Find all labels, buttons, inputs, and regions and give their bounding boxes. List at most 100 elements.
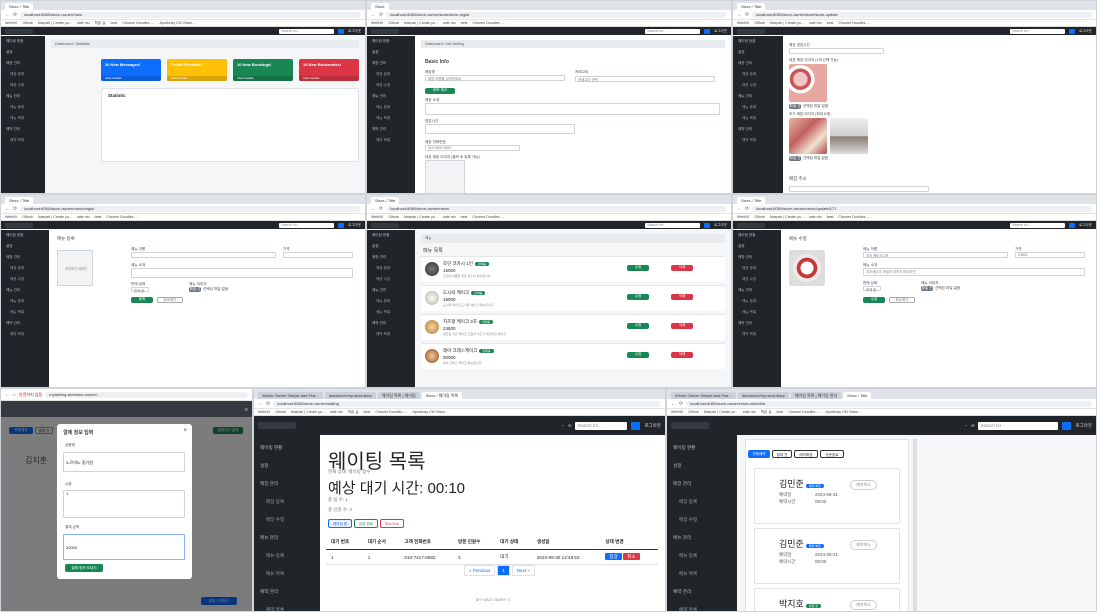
duplicate-check-button[interactable]: 중복 체크 bbox=[425, 88, 455, 94]
regist-button[interactable]: 등록 bbox=[131, 297, 153, 303]
reservation-cancel-button[interactable]: 예약취소 bbox=[850, 480, 877, 490]
cancel-button[interactable]: 취소 bbox=[623, 553, 640, 560]
back-icon[interactable]: ← bbox=[737, 12, 742, 18]
brand-logo[interactable] bbox=[737, 28, 765, 34]
address-bar[interactable]: localhost:8080/store-owner/store/store-r… bbox=[386, 11, 727, 18]
address-bar[interactable]: mytabling.site/store-owner/... bbox=[45, 391, 248, 398]
edit-button[interactable]: 수정 bbox=[627, 352, 649, 358]
address-bar[interactable]: localhost:8080/store-owner/reservation/l… bbox=[686, 400, 1092, 407]
brand-logo[interactable] bbox=[5, 222, 33, 228]
page-1[interactable]: 1 bbox=[497, 565, 510, 576]
back-icon[interactable]: ← bbox=[258, 401, 263, 407]
back-icon[interactable]: ← bbox=[737, 206, 742, 212]
filter-confirmed[interactable]: 예약확정 bbox=[794, 450, 818, 458]
menu-name-input[interactable]: 치즈 케이크 2조 bbox=[863, 252, 1008, 258]
search-input[interactable]: Search for... bbox=[575, 421, 628, 430]
address-bar[interactable]: localhost:8080/store-owner/menu/regist bbox=[20, 205, 361, 212]
logout-link[interactable]: 로그아웃 bbox=[348, 29, 361, 34]
delete-button[interactable]: 삭제 bbox=[671, 294, 693, 300]
filter-waiting[interactable]: 웨이팅 중 bbox=[328, 519, 352, 528]
search-icon[interactable] bbox=[704, 222, 711, 228]
sidebar-item-store[interactable]: 매장 관리 bbox=[254, 475, 320, 493]
address-bar[interactable]: localhost:8080/store-owner/waiting bbox=[273, 400, 661, 407]
address-input[interactable] bbox=[789, 186, 929, 192]
search-input[interactable]: Search for... bbox=[279, 28, 335, 34]
file-select-button[interactable]: 파일 선택 bbox=[789, 104, 801, 113]
brand-logo[interactable] bbox=[5, 28, 33, 34]
reload-icon[interactable]: ⟳ bbox=[13, 12, 17, 18]
sidebar-item-store-update[interactable]: 매장 수정 bbox=[254, 511, 320, 529]
reload-icon[interactable]: ⟳ bbox=[745, 12, 749, 18]
brand-logo[interactable] bbox=[737, 222, 765, 228]
file-select-button[interactable]: 파일 선택 bbox=[921, 286, 933, 295]
sidebar-item-menu-list[interactable]: 메뉴 목록 bbox=[254, 565, 320, 583]
next-page[interactable]: Next » bbox=[511, 565, 535, 576]
reload-icon[interactable]: ⟳ bbox=[679, 401, 683, 407]
sidebar-item-settings[interactable]: 설정 bbox=[254, 457, 320, 475]
browser-tab[interactable]: Sixxx / Title bbox=[737, 3, 766, 10]
message-icon[interactable]: ✉ bbox=[568, 423, 571, 428]
price-input[interactable] bbox=[283, 252, 353, 258]
sidebar-item-menu-regist[interactable]: 메뉴 등록 bbox=[254, 547, 320, 565]
brand-logo[interactable] bbox=[671, 422, 709, 429]
edit-button[interactable]: 수정 bbox=[627, 323, 649, 329]
search-icon[interactable] bbox=[1062, 421, 1072, 430]
sidebar-item-store-regist[interactable]: 매장 등록 bbox=[254, 493, 320, 511]
back-icon[interactable]: ← bbox=[671, 401, 676, 407]
sidebar-item-reservation[interactable]: 예약 관리 bbox=[254, 583, 320, 601]
edit-button[interactable]: 수정 bbox=[627, 265, 649, 271]
sidebar-item-waiting[interactable]: 웨이팅 현황 bbox=[1, 36, 45, 47]
stat-card-messages[interactable]: 26 New Messages! View Details bbox=[101, 59, 161, 81]
reservation-cancel-button[interactable]: 예약취소 bbox=[850, 600, 877, 610]
logout-link[interactable]: 로그아웃 bbox=[644, 423, 661, 429]
search-input[interactable]: Search for... bbox=[1010, 222, 1066, 228]
bell-icon[interactable]: ◔ bbox=[562, 423, 564, 428]
browser-tab[interactable]: Sixxx / Title bbox=[5, 197, 34, 204]
hours-textarea[interactable] bbox=[425, 124, 575, 134]
filter-all[interactable]: 전체예약 bbox=[748, 450, 770, 458]
filter-cancelled[interactable]: 취소/노쇼 bbox=[380, 519, 404, 528]
search-icon[interactable] bbox=[338, 28, 345, 34]
back-icon[interactable]: ← bbox=[371, 12, 376, 18]
filter-visited[interactable]: 방문완료 bbox=[820, 450, 844, 458]
product-name-input[interactable]: 노르마노 중기원 bbox=[63, 452, 185, 472]
address-bar[interactable]: localhost:8080/store-owner/menu/update/1… bbox=[752, 205, 1092, 212]
back-icon[interactable]: ← bbox=[5, 392, 10, 398]
browser-tab[interactable]: Sixxx / Title bbox=[843, 392, 872, 399]
address-bar[interactable]: localhost:8080/store-owner/menu bbox=[386, 205, 727, 212]
close-icon[interactable]: × bbox=[183, 428, 187, 434]
quantity-input[interactable]: 1 bbox=[63, 490, 185, 518]
back-icon[interactable]: ← bbox=[371, 206, 376, 212]
main-image-upload[interactable] bbox=[425, 160, 465, 193]
search-icon[interactable] bbox=[631, 421, 641, 430]
reload-icon[interactable]: ⟳ bbox=[745, 206, 749, 212]
amount-input[interactable]: 20000 bbox=[63, 534, 185, 560]
logout-link[interactable]: 로그아웃 bbox=[1075, 423, 1092, 429]
home-icon[interactable]: ⌂ bbox=[13, 392, 16, 398]
store-intro-textarea[interactable] bbox=[425, 103, 720, 115]
category-select[interactable]: 카테고리 선택 bbox=[575, 76, 715, 82]
price-input[interactable]: 24500 bbox=[1015, 252, 1085, 258]
sidebar-item-menu[interactable]: 메뉴 관리 bbox=[254, 529, 320, 547]
sidebar-item-store[interactable]: 매장 관리 bbox=[1, 58, 45, 69]
enter-button[interactable]: 입장 bbox=[605, 553, 622, 560]
phone-input[interactable]: 010-0000-0000 bbox=[425, 145, 520, 151]
reload-icon[interactable]: ⟳ bbox=[13, 206, 17, 212]
back-icon[interactable]: ← bbox=[5, 206, 10, 212]
delete-button[interactable]: 삭제 bbox=[671, 323, 693, 329]
search-input[interactable]: Search for... bbox=[645, 222, 701, 228]
reload-icon[interactable]: ⟳ bbox=[266, 401, 270, 407]
sidebar-item-settings[interactable]: 설정 bbox=[1, 47, 45, 58]
filter-unpaid[interactable]: 결제 전 bbox=[772, 450, 792, 458]
search-icon[interactable] bbox=[704, 28, 711, 34]
send-payment-button[interactable]: 결제 정보 보내기 bbox=[65, 564, 103, 572]
brand-logo[interactable] bbox=[371, 222, 399, 228]
menu-name-input[interactable] bbox=[131, 252, 276, 258]
brand-logo[interactable] bbox=[371, 28, 399, 34]
stat-card-bookmarks[interactable]: 13 New Bookmarks! View Details bbox=[299, 59, 359, 81]
browser-tab[interactable]: Sixxx / Title bbox=[371, 197, 400, 204]
prev-page[interactable]: « Previous bbox=[464, 565, 496, 576]
cancel-button[interactable]: 취소하기 bbox=[889, 297, 915, 303]
delete-button[interactable]: 삭제 bbox=[671, 265, 693, 271]
back-icon[interactable]: ← bbox=[5, 12, 10, 18]
